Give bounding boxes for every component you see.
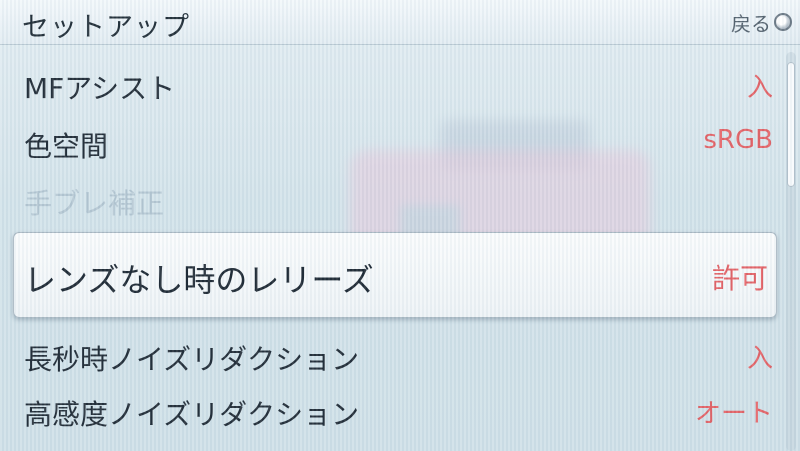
menu-item-label: 長秒時ノイズリダクション (24, 343, 360, 376)
menu-item-value: 入 (746, 73, 773, 103)
back-label: 戻る (731, 11, 771, 36)
menu-item-value: 許可 (711, 262, 768, 295)
menu-item-label: レンズなし時のレリーズ (24, 261, 374, 299)
menu-item-image-stabilization: 手ブレ補正 (0, 170, 785, 228)
scrollbar-thumb[interactable] (787, 62, 795, 187)
scrollbar[interactable] (786, 52, 796, 451)
circle-back-icon (774, 13, 792, 31)
menu-item-release-without-lens[interactable]: レンズなし時のレリーズ 許可 (13, 232, 777, 318)
menu-item-high-iso-nr[interactable]: 高感度ノイズリダクション オート (0, 381, 785, 439)
menu-item-label: 高感度ノイズリダクション (24, 398, 360, 431)
menu-item-value: 入 (746, 344, 773, 374)
menu-item-long-exposure-nr[interactable]: 長秒時ノイズリダクション 入 (0, 326, 785, 384)
menu-item-color-space[interactable]: 色空間 sRGB (0, 113, 785, 171)
menu-item-value: オート (694, 399, 773, 429)
menu-item-label: 手ブレ補正 (24, 187, 165, 220)
menu-item-label: 色空間 (24, 130, 109, 163)
page-title: セットアップ (22, 12, 190, 43)
menu-item-label: MFアシスト (24, 72, 176, 105)
menu-item-value: sRGB (703, 125, 773, 155)
header-bar: セットアップ 戻る (0, 0, 800, 45)
back-button[interactable]: 戻る (731, 8, 792, 36)
menu-item-mf-assist[interactable]: MFアシスト 入 (0, 55, 785, 113)
camera-setup-screen: セットアップ 戻る MFアシスト 入 色空間 sRGB 手ブレ補正 レンズなし時… (0, 0, 800, 451)
